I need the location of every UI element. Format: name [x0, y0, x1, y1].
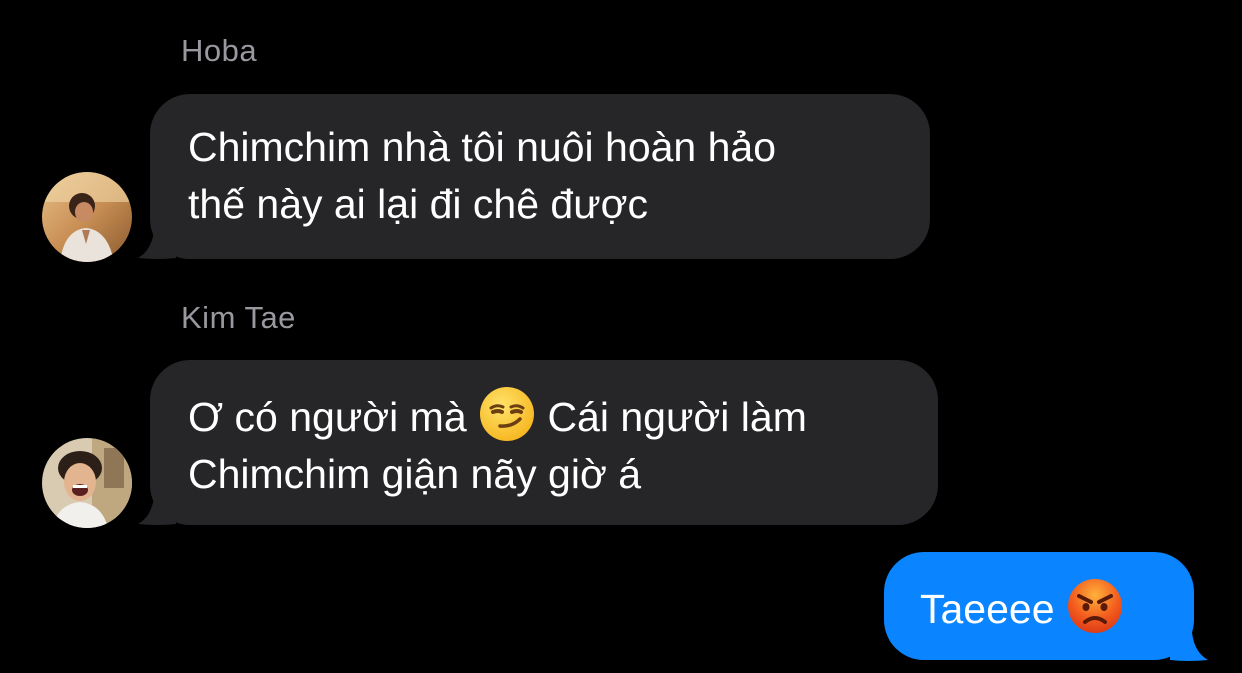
message-line: Taeeee [920, 577, 1194, 638]
angry-face-emoji [1066, 577, 1124, 635]
sender-avatar[interactable] [42, 172, 132, 262]
message-text: Cái người làm [547, 394, 807, 440]
message-text: thế này ai lại đi chê được [188, 181, 649, 227]
bubble-tail [138, 496, 176, 525]
message-text: Taeeee [920, 586, 1055, 632]
message-text: Ơ có người mà [188, 394, 467, 440]
sender-name: Hoba [181, 33, 258, 68]
bubble-tail [138, 230, 176, 259]
person-photo-avatar [42, 438, 132, 528]
message-text: Chimchim nhà tôi nuôi hoàn hảo [188, 124, 777, 170]
message-text: Chimchim giận nãy giờ á [188, 451, 642, 497]
sender-name: Kim Tae [181, 300, 296, 335]
smirking-face-emoji [478, 385, 536, 443]
bubble-tail [1170, 632, 1208, 661]
message-bubble[interactable]: Chimchim nhà tôi nuôi hoàn hảo thế này a… [150, 94, 930, 259]
conversation-view: Hoba Chimchim nhà tôi nuôi hoàn hảo thế … [0, 0, 1242, 673]
message-bubble[interactable]: Taeeee [884, 552, 1194, 660]
person-photo-avatar [42, 172, 132, 262]
sender-avatar[interactable] [42, 438, 132, 528]
message-line: Ơ có người mà Cái người làm [188, 385, 938, 446]
message-bubble[interactable]: Ơ có người mà Cái người làm Chimchim giậ… [150, 360, 938, 525]
